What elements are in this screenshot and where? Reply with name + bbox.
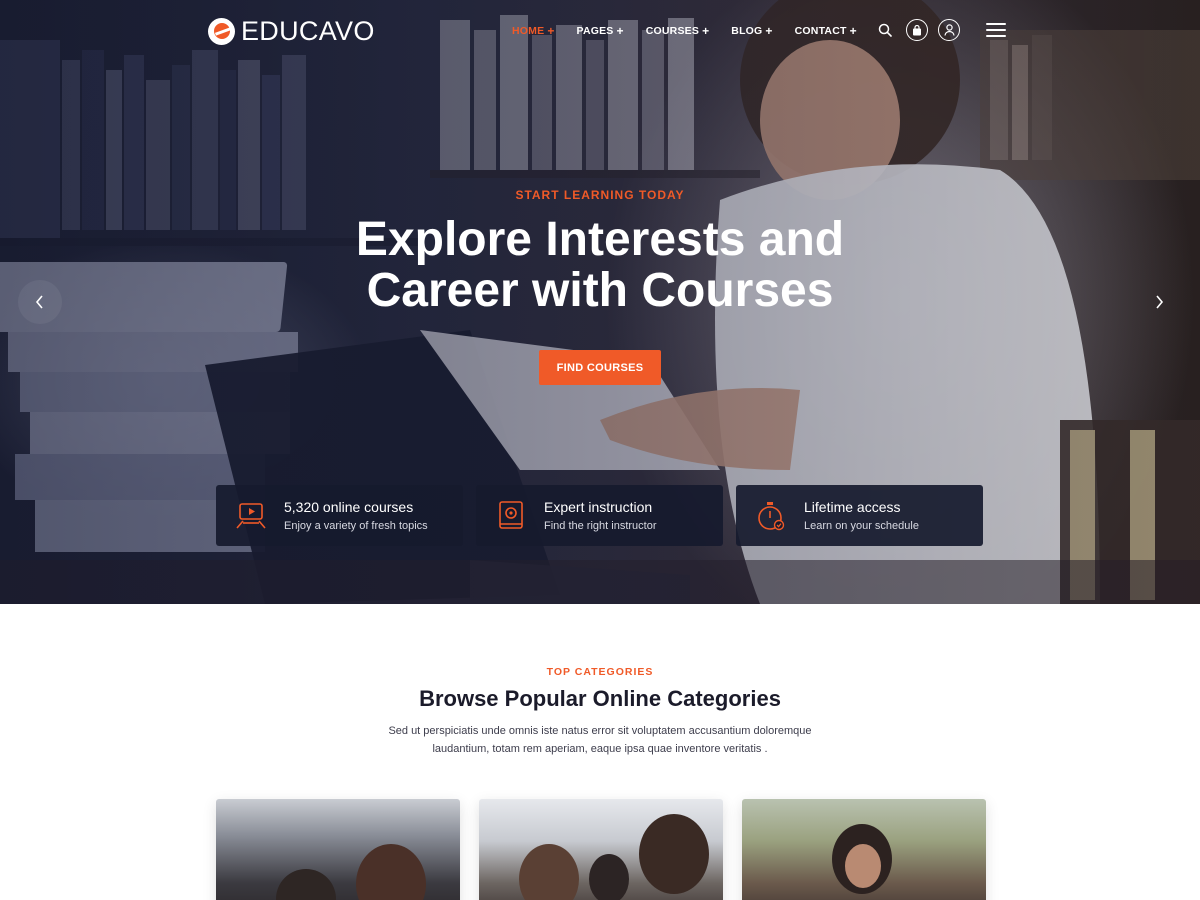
hero-eyebrow: START LEARNING TODAY	[515, 188, 685, 202]
category-card[interactable]	[216, 799, 460, 900]
category-cards	[216, 799, 986, 900]
nav-item-pages[interactable]: PAGES +	[577, 24, 624, 38]
feature-card: 5,320 online courses Enjoy a variety of …	[216, 485, 463, 546]
plus-icon: +	[849, 24, 857, 38]
educavo-logo-icon	[208, 18, 235, 45]
chevron-right-icon	[1156, 295, 1164, 309]
site-logo[interactable]: EDUCAVO	[208, 16, 375, 47]
feature-card: Expert instruction Find the right instru…	[476, 485, 723, 546]
feature-title: 5,320 online courses	[284, 499, 414, 515]
plus-icon: +	[616, 24, 624, 38]
nav-item-blog[interactable]: BLOG +	[731, 24, 772, 38]
nav-item-contact[interactable]: CONTACT +	[795, 24, 857, 38]
plus-icon: +	[702, 24, 710, 38]
feature-text: 5,320 online courses Enjoy a variety of …	[284, 499, 428, 532]
description-line: Sed ut perspiciatis unde omnis iste natu…	[388, 725, 812, 737]
search-icon[interactable]	[874, 19, 896, 41]
nav-item-home[interactable]: HOME +	[512, 24, 555, 38]
hero-title-line: Explore Interests and	[355, 213, 845, 266]
nav-item-label: BLOG	[731, 25, 763, 37]
hero-title-line: Career with Courses	[366, 264, 834, 317]
plus-icon: +	[547, 24, 555, 38]
menu-icon[interactable]	[986, 23, 1006, 37]
feature-subtitle: Enjoy a variety of fresh topics	[284, 520, 428, 532]
header-actions	[874, 19, 1006, 41]
category-image	[356, 844, 426, 900]
plus-icon: +	[765, 24, 773, 38]
feature-subtitle: Find the right instructor	[544, 520, 657, 532]
site-header: EDUCAVO HOME + PAGES + COURSES + BLOG + …	[0, 0, 1200, 62]
feature-subtitle: Learn on your schedule	[804, 520, 919, 532]
video-tutorial-icon	[234, 499, 268, 533]
feature-strip: 5,320 online courses Enjoy a variety of …	[216, 485, 983, 546]
stopwatch-icon	[754, 499, 788, 533]
cart-icon[interactable]	[906, 19, 928, 41]
nav-item-label: PAGES	[576, 25, 614, 37]
chevron-left-icon	[35, 295, 43, 309]
find-courses-button[interactable]: FIND COURSES	[539, 350, 661, 385]
category-image	[519, 844, 579, 900]
hero-title: Explore Interests and Career with Course…	[0, 214, 1200, 316]
feature-text: Expert instruction Find the right instru…	[544, 499, 657, 532]
categories-description: Sed ut perspiciatis unde omnis iste natu…	[360, 722, 840, 758]
category-image	[845, 844, 881, 888]
expert-book-icon	[494, 499, 528, 533]
brand-name: EDUCAVO	[241, 16, 375, 46]
category-card[interactable]	[479, 799, 723, 900]
slider-prev-button[interactable]	[18, 280, 62, 324]
category-image	[639, 814, 709, 894]
nav-item-label: HOME	[512, 25, 545, 37]
feature-title: Lifetime access	[804, 499, 901, 515]
categories-eyebrow: TOP CATEGORIES	[546, 666, 654, 678]
slider-next-button[interactable]	[1137, 280, 1181, 324]
feature-card: Lifetime access Learn on your schedule	[736, 485, 983, 546]
nav-item-label: CONTACT	[794, 25, 847, 37]
feature-title: Expert instruction	[544, 499, 653, 515]
feature-text: Lifetime access Learn on your schedule	[804, 499, 919, 532]
category-image	[276, 869, 336, 900]
category-card[interactable]	[742, 799, 986, 900]
category-image	[589, 854, 629, 900]
main-nav: HOME + PAGES + COURSES + BLOG + CONTACT …	[512, 24, 857, 38]
user-icon[interactable]	[938, 19, 960, 41]
description-line: laudantium, totam rem aperiam, eaque ips…	[432, 743, 768, 755]
nav-item-courses[interactable]: COURSES +	[646, 24, 710, 38]
nav-item-label: COURSES	[645, 25, 700, 37]
categories-title: Browse Popular Online Categories	[419, 686, 781, 711]
